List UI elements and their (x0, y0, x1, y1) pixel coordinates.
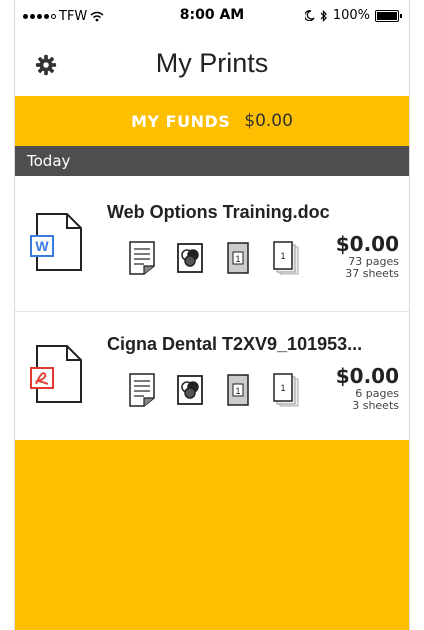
pdf-document-icon (30, 345, 82, 403)
single-sided-icon (129, 373, 155, 407)
empty-area (15, 440, 409, 630)
print-options: 1 1 (127, 240, 301, 276)
status-bar: TFW 8:00 AM 100% (15, 0, 409, 30)
single-sided-icon (129, 241, 155, 275)
print-options: 1 1 (127, 372, 301, 408)
page-size-icon: 1 (227, 242, 249, 274)
moon-icon (304, 10, 315, 21)
color-mode-icon (177, 375, 203, 405)
svg-text:W: W (35, 238, 49, 254)
svg-text:1: 1 (235, 386, 240, 396)
bluetooth-icon (320, 9, 327, 22)
funds-bar[interactable]: MY FUNDS $0.00 (15, 96, 409, 146)
battery-icon (375, 9, 402, 22)
document-name: Web Options Training.doc (107, 202, 330, 222)
document-name: Cigna Dental T2XV9_101953... (107, 334, 363, 354)
section-header-today: Today (15, 146, 409, 176)
svg-text:1: 1 (280, 383, 285, 393)
page-title: My Prints (155, 48, 269, 78)
job-price: $0.00 (335, 364, 399, 388)
print-job-item[interactable]: Cigna Dental T2XV9_101953... 1 1 $0.00 6… (15, 312, 409, 444)
color-mode-icon (177, 243, 203, 273)
nav-bar: My Prints (15, 30, 409, 94)
copies-icon: 1 (273, 241, 299, 275)
job-price: $0.00 (335, 232, 399, 256)
funds-label: MY FUNDS (131, 111, 231, 131)
price-block: $0.00 73 pages 37 sheets (336, 232, 399, 280)
copies-icon: 1 (273, 373, 299, 407)
svg-text:1: 1 (235, 254, 240, 264)
battery-percent: 100% (332, 8, 370, 23)
phone-screen: TFW 8:00 AM 100% My Prints MY FUNDS $0.0… (14, 0, 410, 630)
price-block: $0.00 6 pages 3 sheets (336, 364, 399, 412)
status-right: 100% (304, 8, 402, 23)
funds-amount: $0.00 (244, 111, 293, 131)
print-job-item[interactable]: W Web Options Training.doc 1 1 $0.00 73 … (15, 180, 409, 312)
sheet-count: 3 sheets (352, 399, 399, 412)
word-document-icon: W (30, 213, 82, 271)
sheet-count: 37 sheets (345, 267, 399, 280)
page-size-icon: 1 (227, 374, 249, 406)
svg-text:1: 1 (280, 251, 285, 261)
